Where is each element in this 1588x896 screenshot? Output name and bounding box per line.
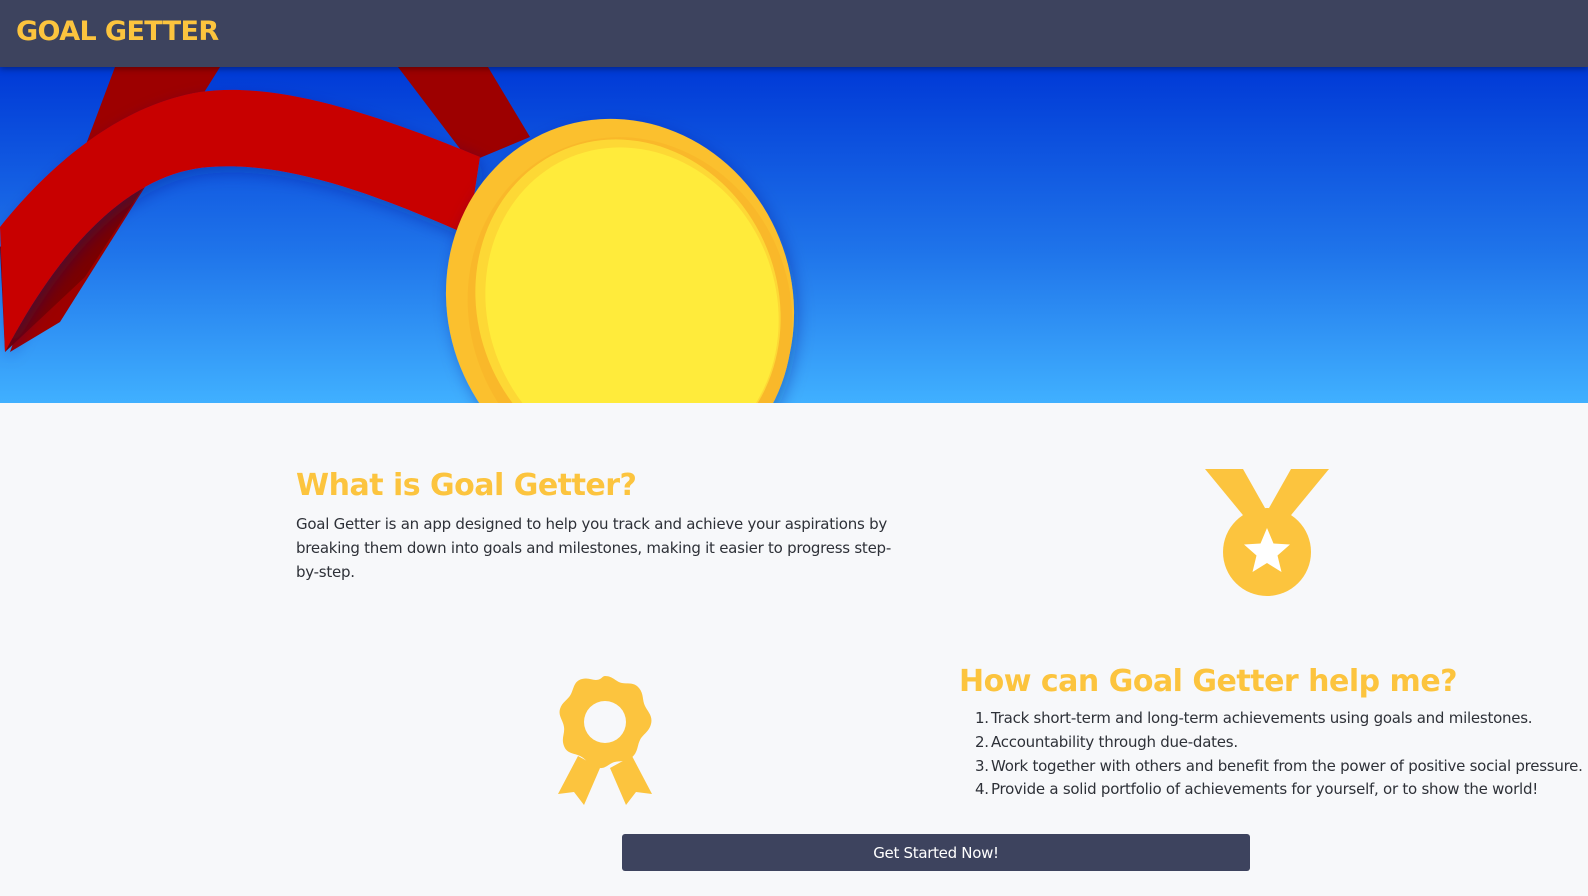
help-list: 1. Track short-term and long-term achieve… [975,707,1583,802]
get-started-button[interactable]: Get Started Now! [622,834,1250,871]
navbar: GOAL GETTER [0,0,1588,67]
help-title: How can Goal Getter help me? [959,664,1458,699]
list-item: 1. Track short-term and long-term achieve… [975,709,1533,727]
gold-medal-hero-image [0,67,1588,403]
about-description: Goal Getter is an app designed to help y… [296,515,891,581]
hero-banner [0,67,1588,403]
list-item: 2. Accountability through due-dates. [975,732,1238,751]
award-ribbon-icon [558,676,652,805]
medal-star-icon [1205,469,1329,596]
brand-logo-link[interactable]: GOAL GETTER [16,16,219,47]
list-item: 3. Work together with others and benefit … [975,756,1583,775]
list-item: 4. Provide a solid portfolio of achieveme… [975,780,1538,799]
about-title: What is Goal Getter? [296,468,637,503]
